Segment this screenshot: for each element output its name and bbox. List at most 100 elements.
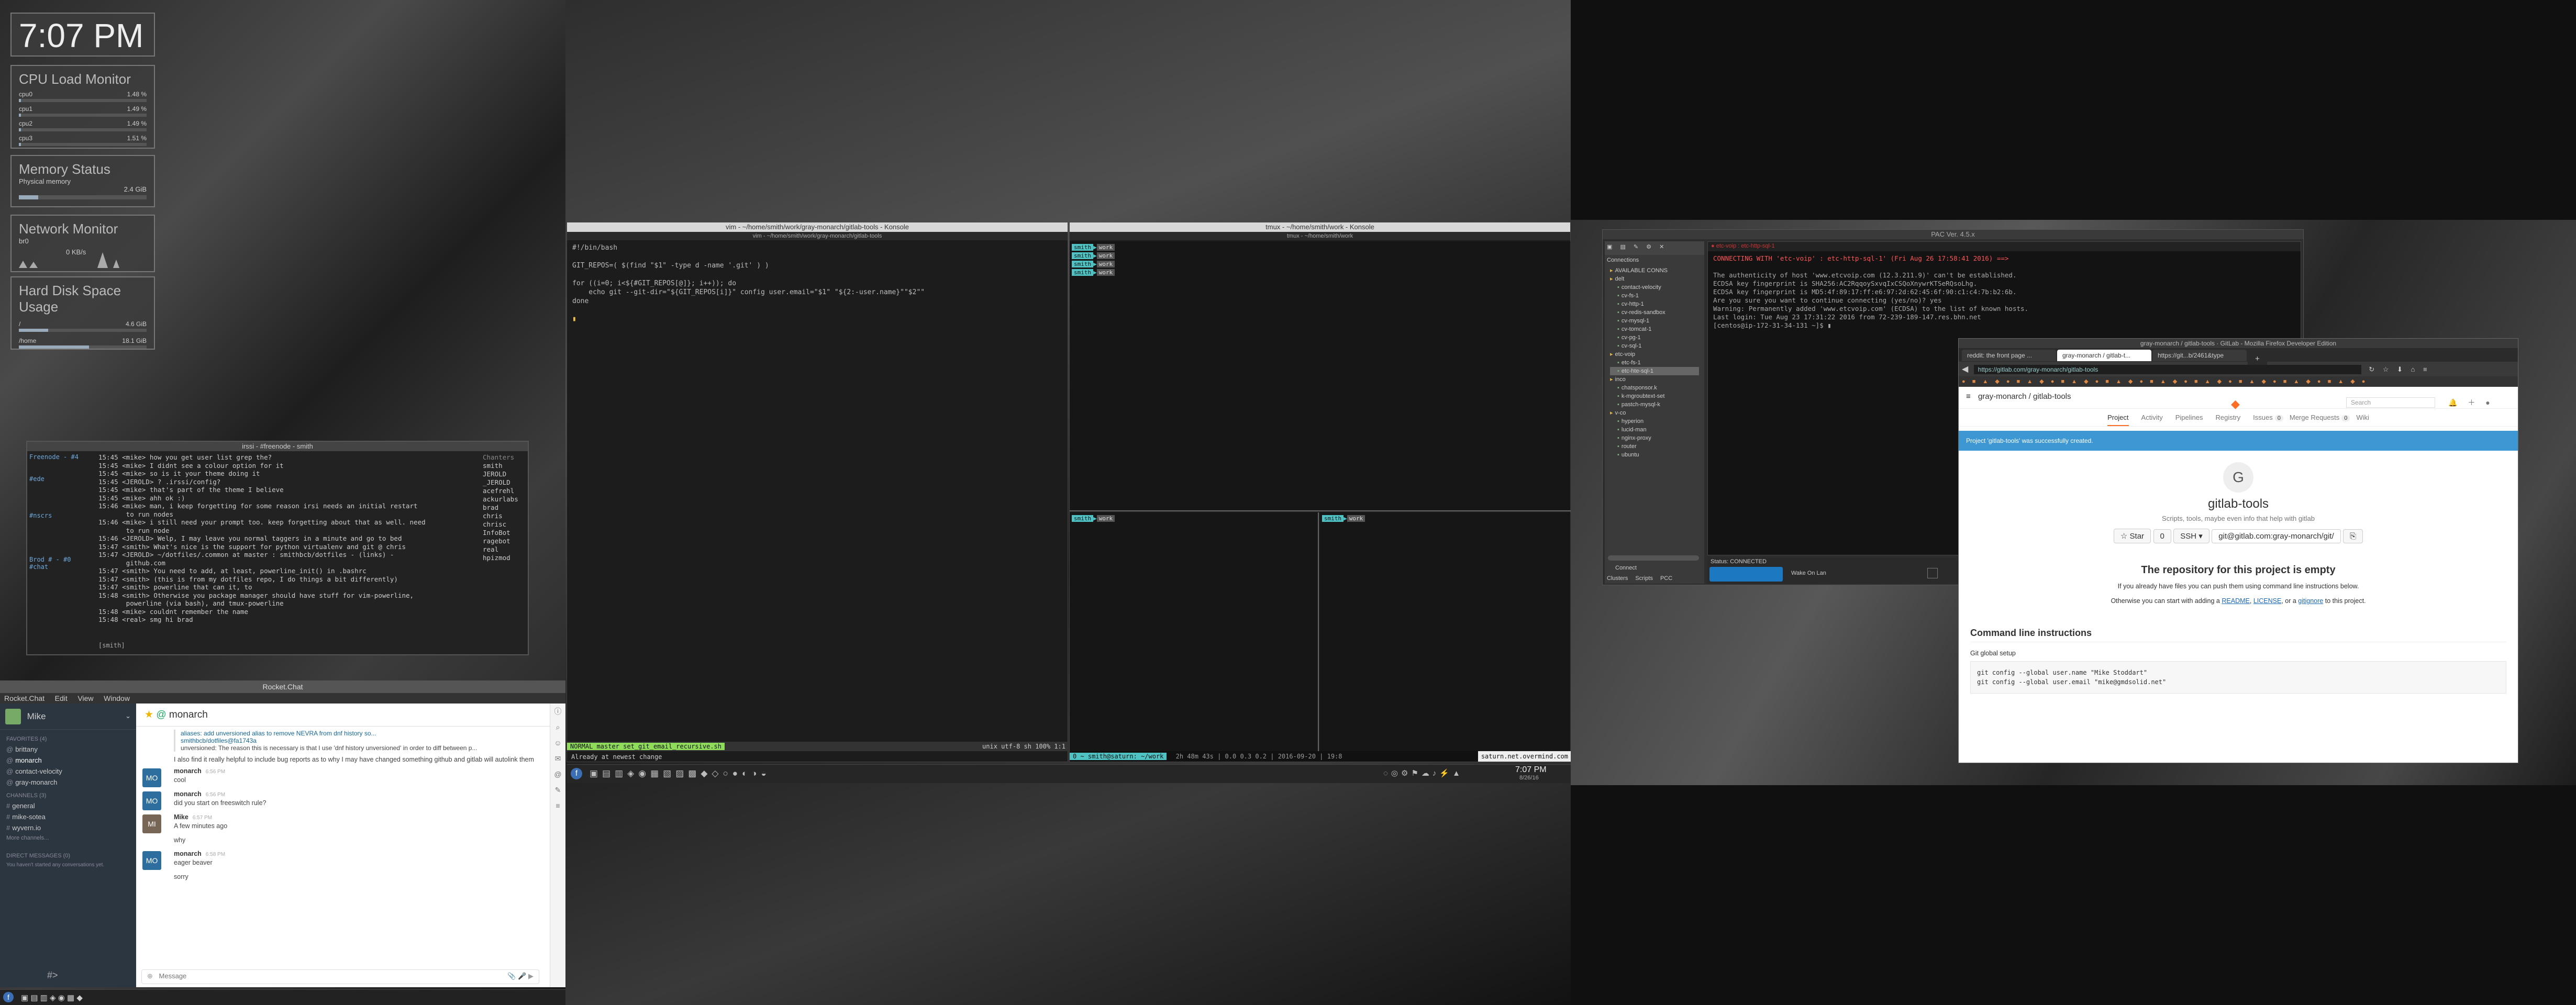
tree-item[interactable]: ▪ cv-tomcat-1 <box>1610 325 1699 333</box>
tab-activity[interactable]: Activity <box>2141 414 2163 421</box>
tab-wiki[interactable]: Wiki <box>2356 414 2369 421</box>
info-icon[interactable]: ⓘ <box>550 704 565 719</box>
pac-tab-clusters[interactable]: Clusters <box>1607 575 1628 582</box>
sidebar-item-mike-sotea[interactable]: # mike-sotea <box>6 813 130 821</box>
irc-nick[interactable]: real <box>483 545 528 554</box>
tree-item[interactable]: ▪ cv-redis-sandbox <box>1610 308 1699 317</box>
pin-icon[interactable]: ✎ <box>550 782 565 798</box>
irc-channel[interactable]: #ede <box>29 475 96 483</box>
avatar[interactable]: MO <box>142 791 161 810</box>
irc-nick[interactable]: ragebot <box>483 537 528 545</box>
sidebar-item-monarch[interactable]: @ monarch <box>6 756 130 764</box>
avatar[interactable]: MO <box>142 768 161 787</box>
avatar[interactable]: MO <box>142 851 161 870</box>
header-icons[interactable]: 🔔 ＋ ● <box>2448 397 2494 408</box>
tree-item[interactable]: ▪ ubuntu <box>1610 451 1699 459</box>
tab-merge-requests[interactable]: Merge Requests <box>2290 414 2339 421</box>
tree-item[interactable]: ▪ router <box>1610 442 1699 451</box>
ssh-dropdown[interactable]: SSH ▾ <box>2173 529 2209 543</box>
quote-sub[interactable]: smithbcb/dotfiles@fa1743a <box>181 737 543 744</box>
tree-item[interactable]: ▪ hyperion <box>1610 417 1699 426</box>
star-button[interactable]: ☆ Star <box>2113 529 2151 543</box>
tree-item[interactable]: ▪ etc-fs-1 <box>1610 359 1699 367</box>
message-input[interactable] <box>159 972 473 980</box>
irc-channel[interactable] <box>29 534 96 541</box>
readme-link[interactable]: README <box>2222 597 2249 605</box>
hamburger-icon[interactable]: ≡ <box>1966 392 1971 401</box>
pac-terminal-output[interactable]: CONNECTING WITH 'etc-voip' : etc-http-sq… <box>1708 251 2301 333</box>
snippet-icon[interactable]: ≡ <box>550 798 565 813</box>
irc-channel[interactable]: #chat <box>29 563 96 571</box>
irc-nick-list[interactable]: Chanters smith JEROLD _JEROLD acefrehl ackurl… <box>483 453 528 562</box>
license-link[interactable]: LICENSE <box>2253 597 2282 605</box>
irc-nick[interactable]: chris <box>483 512 528 520</box>
sidebar-item-brittany[interactable]: @ brittany <box>6 745 130 753</box>
clone-url-field[interactable]: git@gitlab.com:gray-monarch/git/ <box>2212 529 2341 543</box>
tree-item[interactable]: ▪ pastch-mysql-k <box>1610 400 1699 409</box>
message-user[interactable]: monarch <box>174 850 202 857</box>
tree-folder[interactable]: ▸ delt <box>1610 275 1699 283</box>
tab-pipelines[interactable]: Pipelines <box>2175 414 2203 421</box>
irc-channel[interactable] <box>29 527 96 534</box>
irc-channel[interactable] <box>29 519 96 527</box>
tmux-tab[interactable]: tmux - ~/home/smith/work <box>1070 232 1570 240</box>
sidebar-item-contact-velocity[interactable]: @ contact-velocity <box>6 767 130 775</box>
files-icon[interactable]: ✉ <box>550 751 565 766</box>
terminal-icon[interactable] <box>1927 568 1938 578</box>
irc-nick[interactable]: Chanters <box>483 453 528 462</box>
tree-item[interactable]: ▪ cv-sql-1 <box>1610 342 1699 350</box>
connect-button[interactable]: Connect <box>1615 565 1637 571</box>
breadcrumb[interactable]: gray-monarch / gitlab-tools <box>1978 392 2071 401</box>
menu-view[interactable]: View <box>73 693 97 704</box>
gitignore-link[interactable]: gitignore <box>2298 597 2323 605</box>
sidebar-item-wyvern.io[interactable]: # wyvern.io <box>6 824 130 832</box>
browser-tab[interactable]: https://git...b/2461&type <box>2152 350 2247 361</box>
sidebar-item-general[interactable]: # general <box>6 802 130 810</box>
avatar[interactable] <box>5 709 21 724</box>
irc-channel[interactable] <box>29 468 96 475</box>
vim-tab[interactable]: vim - ~/home/smith/work/gray-monarch/git… <box>567 232 1068 240</box>
pac-toolbar[interactable]: ▣ ▤ ✎ ⚙ ✕ <box>1605 241 1704 255</box>
task-icons[interactable]: ▣▤▥◈◉▦▧▨▩◆◇○●◐◑◒ <box>590 768 771 779</box>
members-icon[interactable]: ☺ <box>550 735 565 751</box>
quote-title[interactable]: aliases: add unversioned alias to remove… <box>181 730 543 737</box>
pac-tab-pcc[interactable]: PCC <box>1660 575 1672 582</box>
pac-tab-scripts[interactable]: Scripts <box>1635 575 1653 582</box>
tree-folder[interactable]: ▸ AVAILABLE CONNS <box>1610 266 1699 275</box>
search-input[interactable]: Search <box>2346 397 2435 408</box>
irc-nick[interactable]: ackurlabs <box>483 495 528 504</box>
menu-window[interactable]: Window <box>99 693 134 704</box>
tree-folder[interactable]: ▸ v-co <box>1610 409 1699 417</box>
irc-nick[interactable]: brad <box>483 504 528 512</box>
irc-nick[interactable]: acefrehl <box>483 487 528 495</box>
message-user[interactable]: Mike <box>174 813 188 821</box>
tab-issues[interactable]: Issues <box>2253 414 2273 421</box>
tmux-pane-bottom-left[interactable]: smith ▶ work <box>1070 512 1319 751</box>
irc-nick[interactable]: smith <box>483 462 528 470</box>
irc-nick[interactable]: _JEROLD <box>483 478 528 487</box>
irc-input[interactable]: [smith] <box>98 642 125 649</box>
tree-item[interactable]: ▪ k-mgroubtext-set <box>1610 392 1699 400</box>
tab-registry[interactable]: Registry <box>2215 414 2240 421</box>
back-icon[interactable]: ◀ <box>1962 365 1968 374</box>
avatar[interactable]: MI <box>142 814 161 833</box>
tree-item[interactable]: ▪ lucid-man <box>1610 426 1699 434</box>
message-user[interactable]: monarch <box>174 767 202 775</box>
tree-item[interactable]: ▪ etc-hte-sql-1 <box>1610 367 1699 375</box>
irc-nick[interactable]: chrisc <box>483 520 528 529</box>
fedora-icon[interactable]: f <box>3 992 14 1002</box>
irc-channel[interactable] <box>29 483 96 490</box>
menu-edit[interactable]: Edit <box>51 693 72 704</box>
tree-folder[interactable]: ▸ etc-voip <box>1610 350 1699 359</box>
pac-tree[interactable]: ▸ AVAILABLE CONNS ▸ delt ▪ contact-velocity ▪ c… <box>1605 265 1704 460</box>
irc-nick[interactable]: InfoBot <box>483 529 528 537</box>
user-name[interactable]: Mike <box>27 711 46 721</box>
taskbar-time[interactable]: 7:07 PM <box>1515 765 1547 775</box>
irc-channel[interactable]: Freenode - #4 <box>29 453 96 461</box>
vim-buffer[interactable]: #!/bin/bash GIT_REPOS=( $(find "$1" -type… <box>567 240 1068 327</box>
sidebar-item-gray-monarch[interactable]: @ gray-monarch <box>6 778 130 786</box>
irc-channel[interactable]: Brod # - #0 <box>29 556 96 563</box>
message-user[interactable]: monarch <box>174 790 202 798</box>
browser-tab[interactable]: reddit: the front page ... <box>1962 350 2056 361</box>
tree-folder[interactable]: ▸ inco <box>1610 375 1699 384</box>
